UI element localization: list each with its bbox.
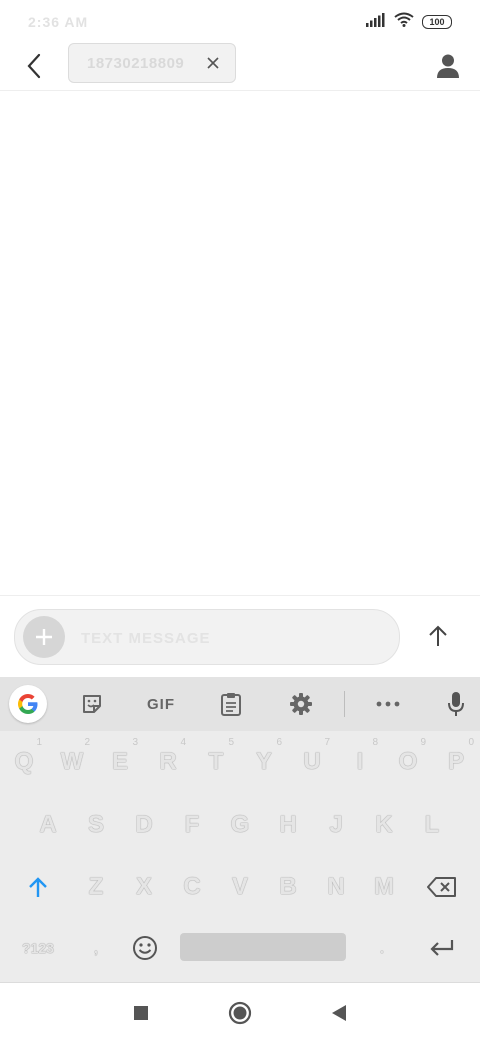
home-circle-icon bbox=[228, 1001, 252, 1025]
back-button[interactable] bbox=[18, 50, 50, 82]
key-v[interactable]: V bbox=[216, 856, 264, 918]
key-n[interactable]: N bbox=[312, 856, 360, 918]
recipient-number: 18730218809 bbox=[87, 55, 185, 72]
close-icon[interactable] bbox=[205, 55, 221, 71]
status-time: 2:36 AM bbox=[28, 14, 89, 30]
add-attachment-button[interactable] bbox=[23, 616, 65, 658]
google-button[interactable] bbox=[9, 685, 47, 723]
recents-button[interactable] bbox=[127, 999, 155, 1027]
key-g[interactable]: G bbox=[216, 794, 264, 856]
signal-icon bbox=[366, 12, 386, 32]
key-m[interactable]: M bbox=[360, 856, 408, 918]
battery-icon: 100 bbox=[422, 15, 452, 29]
plus-icon bbox=[36, 629, 52, 645]
message-input[interactable] bbox=[79, 622, 383, 654]
emoji-icon bbox=[133, 936, 157, 960]
key-u[interactable]: U7 bbox=[288, 731, 336, 793]
key-q[interactable]: Q1 bbox=[0, 731, 48, 793]
key-o[interactable]: O9 bbox=[384, 731, 432, 793]
key-k[interactable]: K bbox=[360, 794, 408, 856]
status-icons: 100 bbox=[366, 12, 452, 32]
symbols-key[interactable]: ?123 bbox=[6, 917, 70, 979]
shift-arrow-icon bbox=[29, 877, 47, 897]
message-list[interactable] bbox=[0, 91, 480, 594]
key-c[interactable]: C bbox=[168, 856, 216, 918]
backspace-key[interactable] bbox=[414, 856, 470, 918]
enter-key[interactable] bbox=[414, 917, 470, 979]
wifi-icon bbox=[394, 12, 414, 32]
conversation-header: 18730218809 bbox=[0, 42, 480, 91]
key-row-2: A S D F G H J K L bbox=[0, 794, 480, 856]
gif-button[interactable]: GIF bbox=[140, 686, 182, 722]
comma-key[interactable]: , bbox=[72, 917, 120, 979]
home-button[interactable] bbox=[226, 999, 254, 1027]
key-i[interactable]: I8 bbox=[336, 731, 384, 793]
microphone-icon bbox=[448, 692, 464, 716]
clipboard-button[interactable] bbox=[213, 686, 249, 722]
gif-label: GIF bbox=[147, 695, 175, 713]
sticker-icon bbox=[83, 695, 101, 713]
keyboard-toolbar: GIF bbox=[0, 677, 480, 731]
more-icon bbox=[376, 701, 400, 707]
emoji-key[interactable] bbox=[120, 917, 170, 979]
back-arrow-icon bbox=[27, 53, 41, 79]
voice-input-button[interactable] bbox=[438, 686, 474, 722]
period-key[interactable]: . bbox=[358, 917, 406, 979]
key-d[interactable]: D bbox=[120, 794, 168, 856]
key-w[interactable]: W2 bbox=[48, 731, 96, 793]
key-row-4: ?123 , . bbox=[0, 917, 480, 979]
key-b[interactable]: B bbox=[264, 856, 312, 918]
key-z[interactable]: Z bbox=[72, 856, 120, 918]
key-j[interactable]: J bbox=[312, 794, 360, 856]
enter-icon bbox=[430, 940, 454, 956]
recents-square-icon bbox=[134, 1006, 148, 1020]
backspace-icon bbox=[427, 877, 456, 897]
space-key[interactable] bbox=[180, 933, 346, 961]
send-button[interactable] bbox=[420, 618, 456, 654]
toolbar-divider bbox=[344, 691, 345, 717]
compose-bar bbox=[0, 595, 480, 678]
key-e[interactable]: E3 bbox=[96, 731, 144, 793]
sticker-button[interactable] bbox=[74, 686, 110, 722]
recipient-chip[interactable]: 18730218809 bbox=[68, 43, 236, 83]
key-a[interactable]: A bbox=[24, 794, 72, 856]
arrow-up-icon bbox=[429, 625, 447, 646]
nav-back-button[interactable] bbox=[325, 999, 353, 1027]
shift-key[interactable] bbox=[10, 856, 66, 918]
key-t[interactable]: T5 bbox=[192, 731, 240, 793]
clipboard-icon bbox=[221, 693, 241, 716]
key-p[interactable]: P0 bbox=[432, 731, 480, 793]
keyboard: GIF Q 1 W 2 E 3 R 4 T 5 Y 6 U 7 I 8 O 9 … bbox=[0, 677, 480, 982]
status-bar: 2:36 AM 100 bbox=[0, 0, 480, 42]
back-triangle-icon bbox=[332, 1005, 346, 1021]
settings-button[interactable] bbox=[283, 686, 319, 722]
gear-icon bbox=[290, 693, 312, 715]
navigation-bar bbox=[0, 982, 480, 1041]
key-r[interactable]: R4 bbox=[144, 731, 192, 793]
key-row-1: Q1 W2 E3 R4 T5 Y6 U7 I8 O9 P0 bbox=[0, 731, 480, 793]
key-row-3: Z X C V B N M bbox=[0, 856, 480, 918]
person-icon bbox=[437, 54, 459, 78]
compose-field bbox=[14, 609, 400, 665]
key-s[interactable]: S bbox=[72, 794, 120, 856]
key-y[interactable]: Y6 bbox=[240, 731, 288, 793]
key-x[interactable]: X bbox=[120, 856, 168, 918]
key-f[interactable]: F bbox=[168, 794, 216, 856]
google-icon bbox=[18, 694, 38, 714]
contact-button[interactable] bbox=[430, 48, 466, 84]
key-l[interactable]: L bbox=[408, 794, 456, 856]
key-h[interactable]: H bbox=[264, 794, 312, 856]
more-button[interactable] bbox=[370, 686, 406, 722]
